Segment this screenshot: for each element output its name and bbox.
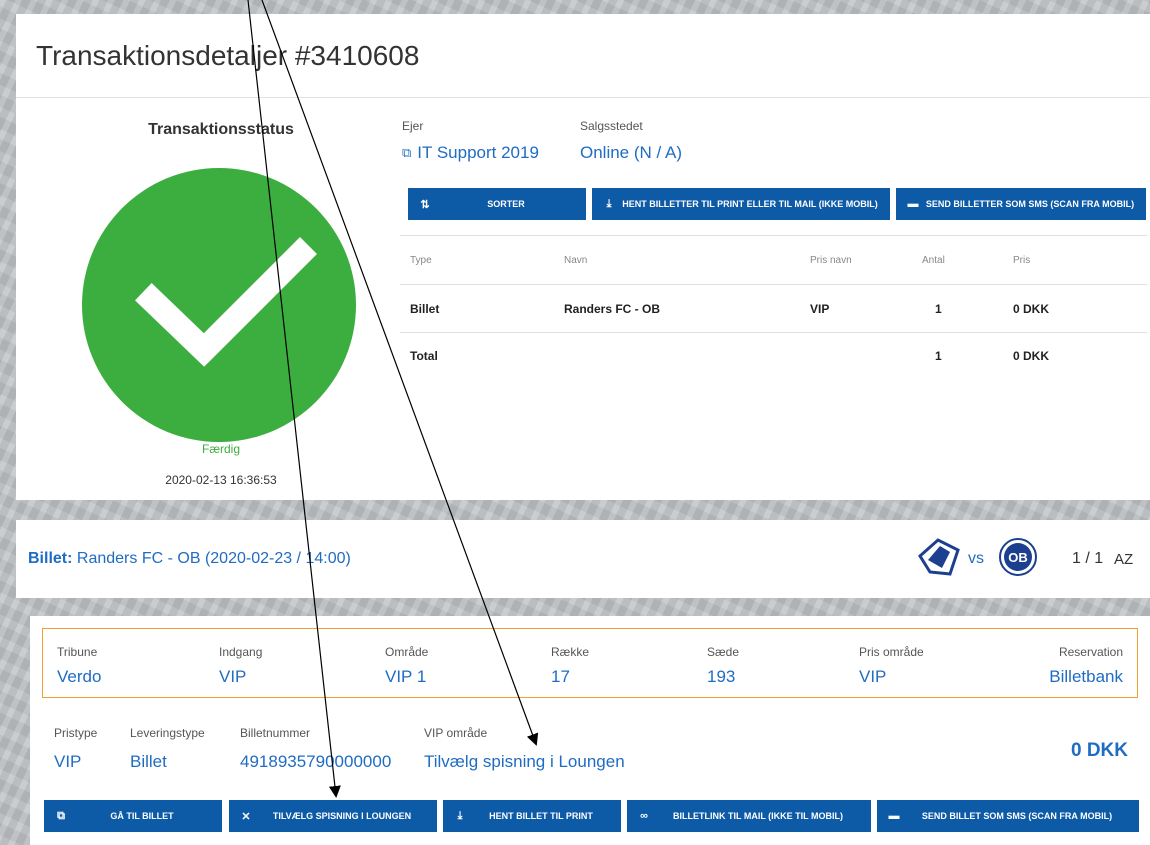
row-qty: 1 — [935, 302, 942, 316]
ticketnumber-value: 4918935790000000 — [240, 752, 392, 771]
away-team-logo-icon: OB — [999, 538, 1037, 576]
col-pricename: Pris navn — [810, 255, 852, 266]
row-value: 17 — [551, 667, 570, 686]
seat-label: Sæde — [707, 645, 740, 659]
page-title: Transaktionsdetaljer #3410608 — [36, 40, 420, 71]
price-area-label: Pris område — [859, 645, 924, 659]
external-link-icon: ⧉ — [402, 145, 412, 160]
table-header-divider — [400, 284, 1147, 285]
row-type: Billet — [410, 302, 440, 316]
delivery-label: Leveringstype — [130, 726, 205, 740]
transaction-card: Transaktionsdetaljer #3410608 Transaktio… — [16, 14, 1150, 500]
total-label: Total — [410, 349, 438, 363]
link-icon: ∞ — [640, 810, 648, 822]
pricetype-value: VIP — [54, 752, 82, 771]
send-sms-button[interactable]: ▬ SEND BILLETTER SOM SMS (SCAN FRA MOBIL… — [896, 188, 1146, 220]
ticket-link-button[interactable]: ∞ BILLETLINK TIL MAIL (IKKE TIL MOBIL) — [627, 800, 871, 832]
print-ticket-button[interactable]: ⤓ HENT BILLET TIL PRINT — [443, 800, 621, 832]
table-top-divider — [400, 235, 1147, 236]
ticket-header-card: Billet: Randers FC - OB (2020-02-23 / 14… — [16, 520, 1150, 598]
delivery-value: Billet — [130, 752, 167, 771]
entrance-label: Indgang — [219, 645, 263, 659]
sort-az-icon[interactable]: AZ — [1114, 551, 1133, 568]
status-timestamp: 2020-02-13 16:36:53 — [165, 473, 277, 487]
seat-info-box: Tribune Verdo Indgang VIP Område VIP 1 R… — [42, 628, 1138, 698]
status-heading: Transaktionsstatus — [148, 121, 294, 138]
col-price: Pris — [1013, 255, 1031, 266]
download-icon: ⤓ — [606, 197, 612, 210]
vip-area-label: VIP område — [424, 726, 488, 740]
row-pricename: VIP — [810, 302, 830, 316]
add-dining-button[interactable]: ✕ TILVÆLG SPISNING I LOUNGEN — [229, 800, 437, 832]
utensils-icon: ✕ — [241, 810, 251, 823]
price-area-value: VIP — [859, 667, 887, 686]
download-icon: ⤓ — [457, 809, 463, 822]
success-checkmark-icon — [82, 168, 356, 442]
owner-label: Ejer — [402, 119, 424, 133]
pricetype-label: Pristype — [54, 726, 98, 740]
col-name: Navn — [564, 255, 588, 266]
ticket-label: Billet: — [28, 550, 73, 567]
tribune-label: Tribune — [57, 645, 98, 659]
owner-value: IT Support 2019 — [417, 143, 539, 162]
total-price: 0 DKK — [1013, 349, 1050, 363]
ticket-price: 0 DKK — [1070, 740, 1128, 761]
ticket-details-card: Tribune Verdo Indgang VIP Område VIP 1 R… — [30, 616, 1150, 845]
ticket-title: Billet: Randers FC - OB (2020-02-23 / 14… — [28, 550, 351, 568]
reservation-value: Billetbank — [1049, 667, 1123, 686]
goto-ticket-button[interactable]: ⧉ GÅ TIL BILLET — [44, 800, 222, 832]
ticketnumber-label: Billetnummer — [240, 726, 311, 740]
row-label: Række — [551, 645, 590, 659]
sms-icon: ▬ — [907, 198, 919, 210]
total-qty: 1 — [935, 349, 942, 363]
salespoint-label: Salgsstedet — [580, 119, 643, 133]
title-divider — [16, 97, 1150, 98]
row-price: 0 DKK — [1013, 302, 1050, 316]
send-ticket-sms-button[interactable]: ▬ SEND BILLET SOM SMS (SCAN FRA MOBIL) — [877, 800, 1139, 832]
fetch-print-button[interactable]: ⤓ HENT BILLETTER TIL PRINT ELLER TIL MAI… — [592, 188, 890, 220]
col-type: Type — [410, 255, 432, 266]
ticket-pager: 1 / 1 — [1072, 550, 1104, 567]
area-value: VIP 1 — [385, 667, 427, 686]
entrance-value: VIP — [219, 667, 247, 686]
sort-az-icon: ⇅ — [420, 198, 430, 211]
area-label: Område — [385, 645, 429, 659]
table-row-divider — [400, 332, 1147, 333]
external-link-icon: ⧉ — [57, 809, 65, 822]
row-name: Randers FC - OB — [564, 302, 661, 316]
sms-icon: ▬ — [888, 810, 900, 822]
home-team-logo-icon — [918, 538, 960, 576]
vs-text: vs — [968, 550, 984, 567]
owner-link[interactable]: ⧉ IT Support 2019 — [402, 143, 539, 163]
vip-dining-link[interactable]: Tilvælg spisning i Loungen — [424, 752, 625, 772]
seat-value: 193 — [707, 667, 736, 686]
ticket-title-text: Randers FC - OB (2020-02-23 / 14:00) — [76, 550, 351, 567]
tribune-value: Verdo — [57, 667, 102, 686]
reservation-label: Reservation — [1058, 645, 1123, 659]
sort-button[interactable]: ⇅ SORTER — [408, 188, 586, 220]
col-qty: Antal — [922, 255, 945, 266]
salespoint-value[interactable]: Online (N / A) — [580, 143, 682, 163]
status-state: Færdig — [201, 442, 240, 456]
